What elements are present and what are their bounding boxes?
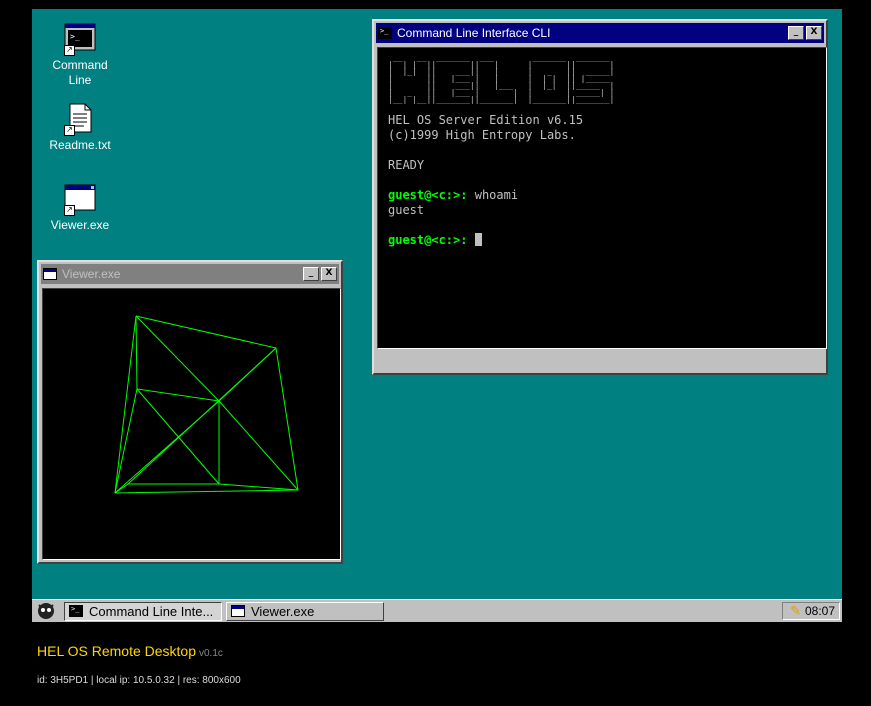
cli-titlebar[interactable]: Command Line Interface CLI _ X: [376, 23, 824, 43]
cli-window[interactable]: Command Line Interface CLI _ X __ __ ___…: [372, 19, 828, 375]
terminal-line: HEL OS Server Edition v6.15: [388, 113, 584, 127]
taskbar: Command Line Inte... Viewer.exe ✎ 08:07: [32, 599, 842, 622]
prompt: guest@<c:>:: [388, 233, 468, 247]
taskbar-item-viewer[interactable]: Viewer.exe: [226, 601, 384, 621]
ascii-banner: __ __ _______ ___ _______ _______ | | | …: [388, 53, 615, 104]
terminal-line: guest@<c:>: whoami: [388, 188, 816, 203]
shortcut-arrow-icon: ↗: [64, 205, 75, 216]
desktop-icon-command-line[interactable]: >_ ↗ Command Line: [35, 22, 125, 88]
wireframe-shape: [114, 315, 299, 494]
minimize-button[interactable]: _: [303, 267, 319, 281]
desktop: >_ ↗ Command Line ↗ Readme.txt ↗ Viewer.…: [32, 9, 842, 599]
window-icon: ↗: [64, 182, 96, 216]
terminal-icon: [378, 27, 392, 39]
viewer-canvas: [42, 288, 341, 560]
clock: 08:07: [804, 604, 835, 618]
viewer-titlebar[interactable]: Viewer.exe _ X: [41, 264, 339, 284]
terminal-line: (c)1999 High Entropy Labs.: [388, 128, 576, 142]
app-title: HEL OS Remote Desktop: [37, 643, 196, 659]
footer-title: HEL OS Remote Desktop v0.1c: [37, 643, 223, 659]
document-icon: ↗: [64, 102, 96, 136]
terminal-line: READY: [388, 158, 425, 172]
desktop-icon-label: Command Line: [52, 58, 108, 87]
terminal-line: [388, 173, 816, 188]
desktop-icon-label: Viewer.exe: [50, 218, 110, 232]
terminal-icon: [69, 605, 83, 617]
minimize-button[interactable]: _: [788, 26, 804, 40]
window-icon: [231, 605, 245, 617]
speaker-icon[interactable]: ✎: [790, 603, 801, 619]
desktop-icon-label: Readme.txt: [49, 138, 111, 152]
connection-info: id: 3H5PD1 | local ip: 10.5.0.32 | res: …: [37, 675, 241, 686]
terminal-output[interactable]: __ __ _______ ___ _______ _______ | | | …: [377, 47, 827, 349]
terminal-line: guest: [388, 203, 425, 217]
taskbar-item-label: Command Line Inte...: [89, 603, 214, 619]
start-button[interactable]: [32, 601, 60, 621]
window-title: Command Line Interface CLI: [397, 26, 551, 40]
window-title: Viewer.exe: [62, 267, 121, 281]
version-label: v0.1c: [199, 648, 223, 659]
shortcut-arrow-icon: ↗: [64, 125, 75, 136]
shortcut-arrow-icon: ↗: [64, 45, 75, 56]
command-text: whoami: [474, 188, 519, 202]
desktop-icon-viewer[interactable]: ↗ Viewer.exe: [35, 182, 125, 233]
helos-logo-icon: [38, 603, 54, 619]
system-tray: ✎ 08:07: [782, 602, 840, 620]
text-cursor: [474, 233, 482, 246]
close-button[interactable]: X: [806, 26, 822, 40]
window-icon: [43, 268, 57, 280]
prompt: guest@<c:>:: [388, 188, 468, 202]
close-button[interactable]: X: [321, 267, 337, 281]
viewer-window[interactable]: Viewer.exe _ X: [37, 260, 343, 564]
taskbar-item-label: Viewer.exe: [251, 603, 315, 619]
taskbar-item-cli[interactable]: Command Line Inte...: [64, 601, 222, 621]
terminal-line: [388, 218, 816, 233]
terminal-input-line[interactable]: guest@<c:>:: [388, 233, 816, 248]
terminal-line: [388, 143, 816, 158]
desktop-icon-readme[interactable]: ↗ Readme.txt: [35, 102, 125, 153]
svg-text:>_: >_: [70, 32, 80, 41]
terminal-icon: >_ ↗: [64, 22, 96, 56]
